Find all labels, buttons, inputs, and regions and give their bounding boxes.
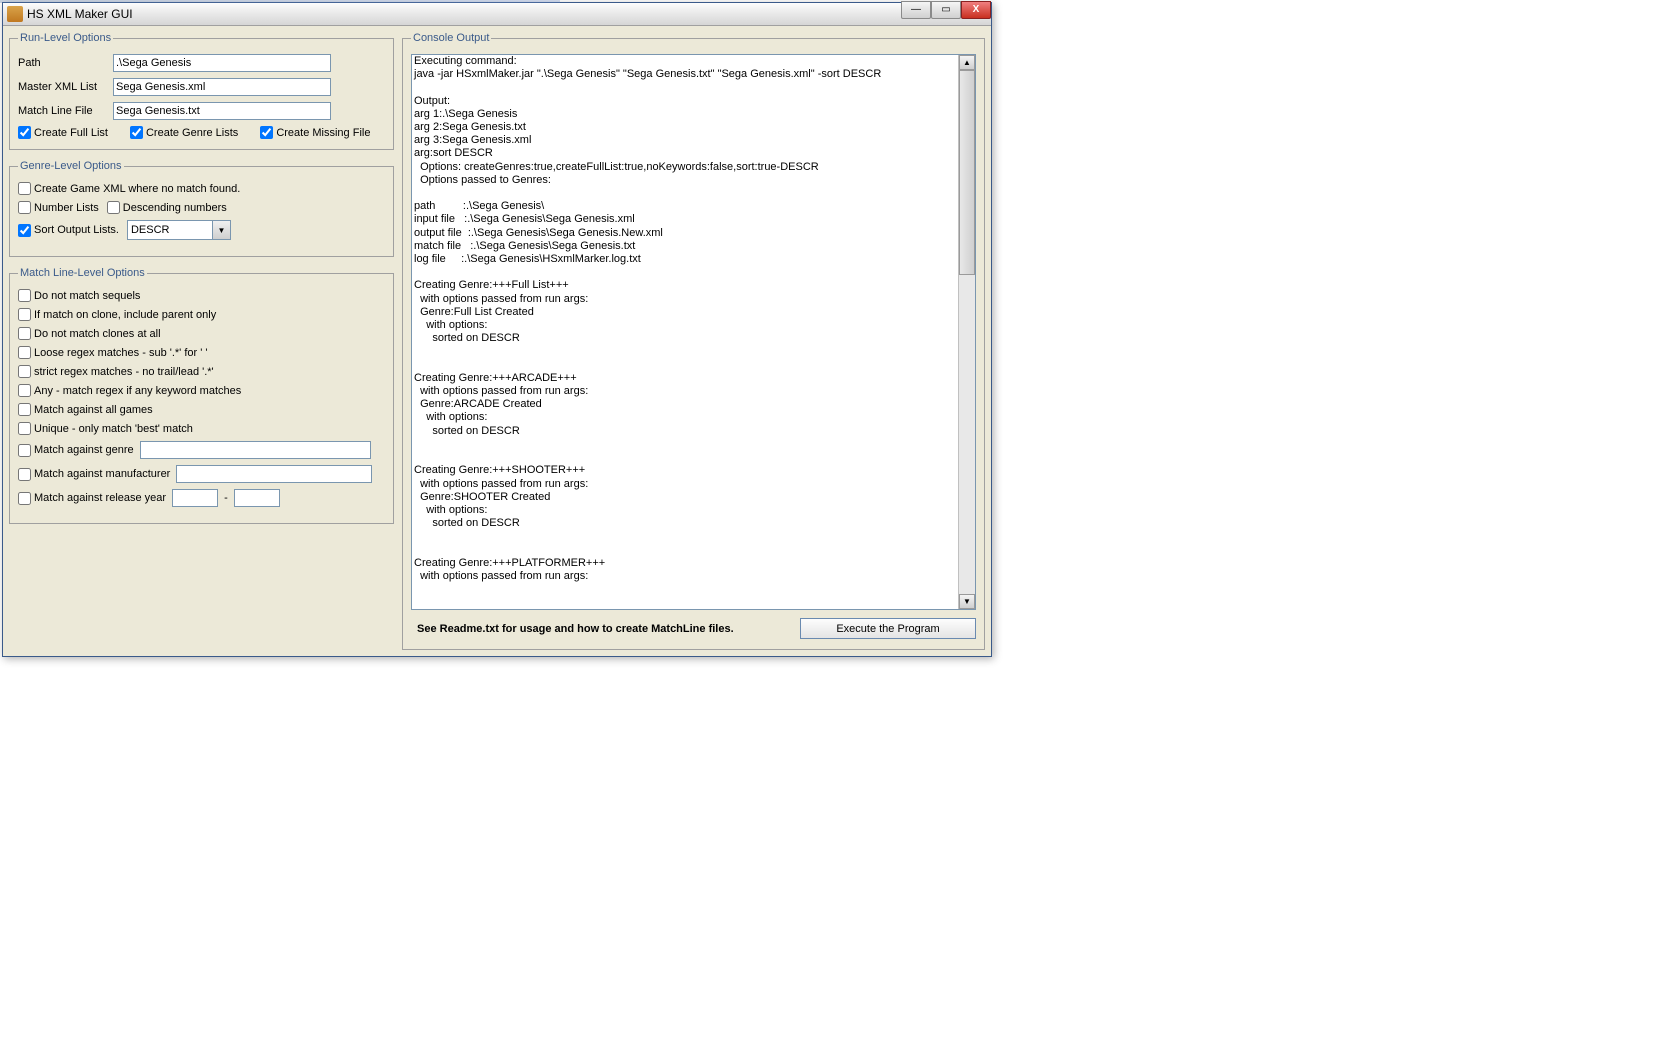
no-match-sequels-checkbox[interactable]: Do not match sequels bbox=[18, 289, 385, 302]
create-full-list-checkbox[interactable]: Create Full List bbox=[18, 126, 108, 139]
match-line-level-legend: Match Line-Level Options bbox=[18, 267, 147, 279]
sort-output-lists-label: Sort Output Lists. bbox=[34, 224, 119, 236]
match-genre-checkbox[interactable]: Match against genre bbox=[18, 444, 134, 457]
execute-button[interactable]: Execute the Program bbox=[800, 618, 976, 639]
strict-regex-label: strict regex matches - no trail/lead '.*… bbox=[34, 366, 214, 378]
master-xml-label: Master XML List bbox=[18, 81, 113, 93]
console-scrollbar[interactable]: ▲ ▼ bbox=[958, 55, 975, 609]
match-all-games-checkbox[interactable]: Match against all games bbox=[18, 403, 385, 416]
strict-regex-checkbox[interactable]: strict regex matches - no trail/lead '.*… bbox=[18, 365, 385, 378]
loose-regex-label: Loose regex matches - sub '.*' for ' ' bbox=[34, 347, 207, 359]
genre-level-legend: Genre-Level Options bbox=[18, 160, 124, 172]
match-all-games-label: Match against all games bbox=[34, 404, 153, 416]
unique-best-checkbox[interactable]: Unique - only match 'best' match bbox=[18, 422, 385, 435]
match-manufacturer-checkbox[interactable]: Match against manufacturer bbox=[18, 468, 170, 481]
scroll-down-arrow-icon[interactable]: ▼ bbox=[959, 594, 975, 609]
create-missing-file-label: Create Missing File bbox=[276, 127, 370, 139]
window-title: HS XML Maker GUI bbox=[27, 7, 133, 21]
create-full-list-label: Create Full List bbox=[34, 127, 108, 139]
match-line-file-input[interactable] bbox=[113, 102, 331, 120]
titlebar[interactable]: HS XML Maker GUI — ▭ X bbox=[3, 3, 991, 26]
match-release-year-checkbox[interactable]: Match against release year bbox=[18, 492, 166, 505]
descending-numbers-checkbox[interactable]: Descending numbers bbox=[107, 201, 227, 214]
chevron-down-icon: ▼ bbox=[212, 221, 230, 239]
sort-order-value: DESCR bbox=[128, 221, 212, 239]
sort-order-select[interactable]: DESCR ▼ bbox=[127, 220, 231, 240]
client-area: Run-Level Options Path Master XML List M… bbox=[3, 26, 991, 656]
year-separator: - bbox=[224, 492, 228, 504]
match-release-year-label: Match against release year bbox=[34, 492, 166, 504]
descending-numbers-label: Descending numbers bbox=[123, 202, 227, 214]
master-xml-input[interactable] bbox=[113, 78, 331, 96]
minimize-button[interactable]: — bbox=[901, 1, 931, 19]
left-column: Run-Level Options Path Master XML List M… bbox=[9, 32, 394, 650]
scroll-thumb[interactable] bbox=[959, 70, 975, 275]
genre-level-options-group: Genre-Level Options Create Game XML wher… bbox=[9, 160, 394, 257]
number-lists-checkbox[interactable]: Number Lists bbox=[18, 201, 99, 214]
create-genre-lists-checkbox[interactable]: Create Genre Lists bbox=[130, 126, 238, 139]
number-lists-label: Number Lists bbox=[34, 202, 99, 214]
close-button[interactable]: X bbox=[961, 1, 991, 19]
right-column: Console Output Executing command: java -… bbox=[402, 32, 985, 650]
release-year-from-input[interactable] bbox=[172, 489, 218, 507]
match-genre-label: Match against genre bbox=[34, 444, 134, 456]
release-year-to-input[interactable] bbox=[234, 489, 280, 507]
window-controls: — ▭ X bbox=[901, 1, 991, 19]
create-game-xml-label: Create Game XML where no match found. bbox=[34, 183, 240, 195]
match-genre-input[interactable] bbox=[140, 441, 371, 459]
console-text: Executing command: java -jar HSxmlMaker.… bbox=[412, 55, 958, 609]
java-icon bbox=[7, 6, 23, 22]
scroll-up-arrow-icon[interactable]: ▲ bbox=[959, 55, 975, 70]
match-line-level-options-group: Match Line-Level Options Do not match se… bbox=[9, 267, 394, 524]
run-level-options-group: Run-Level Options Path Master XML List M… bbox=[9, 32, 394, 150]
match-line-file-label: Match Line File bbox=[18, 105, 113, 117]
app-window: HS XML Maker GUI — ▭ X Run-Level Options… bbox=[2, 2, 992, 657]
path-label: Path bbox=[18, 57, 113, 69]
readme-hint: See Readme.txt for usage and how to crea… bbox=[411, 623, 790, 635]
create-game-xml-checkbox[interactable]: Create Game XML where no match found. bbox=[18, 182, 240, 195]
sort-output-lists-checkbox[interactable]: Sort Output Lists. bbox=[18, 224, 119, 237]
loose-regex-checkbox[interactable]: Loose regex matches - sub '.*' for ' ' bbox=[18, 346, 385, 359]
clone-parent-only-label: If match on clone, include parent only bbox=[34, 309, 216, 321]
maximize-button[interactable]: ▭ bbox=[931, 1, 961, 19]
clone-parent-only-checkbox[interactable]: If match on clone, include parent only bbox=[18, 308, 385, 321]
match-manufacturer-label: Match against manufacturer bbox=[34, 468, 170, 480]
no-match-clones-label: Do not match clones at all bbox=[34, 328, 161, 340]
run-level-legend: Run-Level Options bbox=[18, 32, 113, 44]
unique-best-label: Unique - only match 'best' match bbox=[34, 423, 193, 435]
no-match-clones-checkbox[interactable]: Do not match clones at all bbox=[18, 327, 385, 340]
console-output-group: Console Output Executing command: java -… bbox=[402, 32, 985, 650]
console-output-area[interactable]: Executing command: java -jar HSxmlMaker.… bbox=[411, 54, 976, 610]
any-match-label: Any - match regex if any keyword matches bbox=[34, 385, 241, 397]
match-manufacturer-input[interactable] bbox=[176, 465, 372, 483]
console-output-legend: Console Output bbox=[411, 32, 491, 44]
no-match-sequels-label: Do not match sequels bbox=[34, 290, 140, 302]
path-input[interactable] bbox=[113, 54, 331, 72]
any-match-checkbox[interactable]: Any - match regex if any keyword matches bbox=[18, 384, 385, 397]
create-genre-lists-label: Create Genre Lists bbox=[146, 127, 238, 139]
create-missing-file-checkbox[interactable]: Create Missing File bbox=[260, 126, 370, 139]
